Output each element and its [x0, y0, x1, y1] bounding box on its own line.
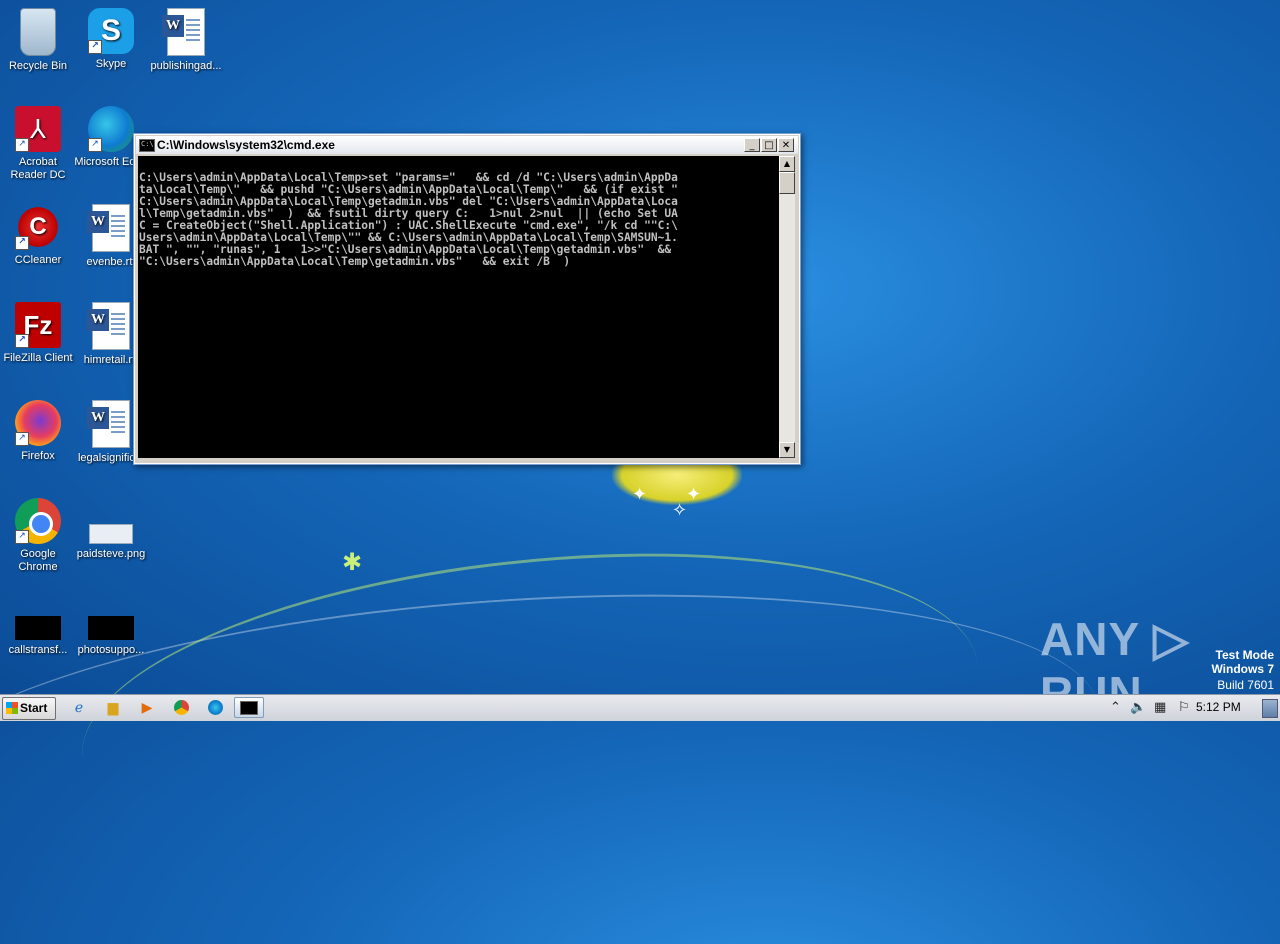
window-title: C:\Windows\system32\cmd.exe — [157, 138, 335, 152]
desktop-icon-ccleaner[interactable]: C ↗ CCleaner — [0, 204, 76, 267]
cmd-taskbar-button[interactable] — [234, 697, 264, 718]
desktop-icon-label: FileZilla Client — [3, 352, 73, 364]
maximize-button[interactable]: □ — [761, 138, 777, 152]
cmd-icon: C:\ — [139, 139, 155, 152]
edge-icon[interactable] — [202, 697, 228, 718]
scroll-up-icon[interactable]: ▲ — [779, 156, 795, 172]
shortcut-arrow-icon: ↗ — [15, 334, 29, 348]
desktop-icon-publishingad[interactable]: W publishingad... — [148, 8, 224, 73]
test-mode-label: Test Mode — [1215, 648, 1274, 662]
windows-logo-icon — [6, 702, 18, 714]
scroll-thumb[interactable] — [779, 172, 795, 194]
action-center-flag-icon[interactable]: ⚐ — [1178, 698, 1190, 718]
desktop-icon-paidsteve[interactable]: paidsteve.png — [73, 498, 149, 561]
ie-icon[interactable]: ℯ — [66, 697, 92, 718]
explorer-icon[interactable]: ▆ — [100, 697, 126, 718]
window-titlebar[interactable]: C:\ C:\Windows\system32\cmd.exe _ □ ✕ — [136, 136, 798, 154]
close-button[interactable]: ✕ — [778, 138, 794, 152]
desktop-icon-chrome[interactable]: ↗ Google Chrome — [0, 498, 76, 574]
desktop-icon-recycle-bin[interactable]: Recycle Bin — [0, 8, 76, 73]
word-document-icon: W — [87, 204, 130, 252]
clock[interactable]: 5:12 PM — [1196, 700, 1241, 714]
shortcut-arrow-icon: ↗ — [15, 236, 29, 250]
console-area[interactable]: C:\Users\admin\AppData\Local\Temp>set "p… — [138, 156, 779, 458]
shortcut-arrow-icon: ↗ — [88, 40, 102, 54]
os-label: Windows 7 — [1211, 662, 1274, 676]
shortcut-arrow-icon: ↗ — [88, 138, 102, 152]
tray-expand-icon[interactable]: ⌃ — [1110, 698, 1121, 718]
sparkle-icon: ✦ — [686, 484, 702, 505]
firefox-icon: ↗ — [15, 400, 61, 446]
vertical-scrollbar[interactable]: ▲ ▼ — [779, 156, 795, 458]
chrome-icon[interactable] — [168, 697, 194, 718]
desktop-icon-label: publishingad... — [150, 60, 222, 72]
desktop-icon-label: callstransf... — [8, 644, 68, 656]
sparkle-icon: ✧ — [672, 500, 688, 521]
desktop-icon-label: Skype — [95, 58, 127, 70]
desktop-icon-label: Firefox — [21, 450, 55, 462]
desktop-icon-callstransf[interactable]: callstransf... — [0, 596, 76, 657]
acrobat-icon: ⅄ ↗ — [15, 106, 61, 152]
start-button[interactable]: Start — [2, 697, 56, 720]
taskbar: Start ℯ ▆ ▶ ⌃ 🔈 ▦ ⚐ 5:12 PM — [0, 694, 1280, 721]
desktop-icon-label: paidsteve.png — [76, 548, 146, 560]
scroll-down-icon[interactable]: ▼ — [779, 442, 795, 458]
skype-icon: S ↗ — [88, 8, 134, 54]
word-document-icon: W — [87, 302, 130, 350]
desktop-icon-label: Recycle Bin — [8, 60, 68, 72]
file-thumbnail-icon — [88, 616, 134, 640]
edge-icon: ↗ — [88, 106, 134, 152]
word-document-icon: W — [87, 400, 130, 448]
volume-icon[interactable]: 🔈 — [1130, 698, 1146, 718]
desktop-icon-acrobat[interactable]: ⅄ ↗ Acrobat Reader DC — [0, 106, 76, 182]
build-label: Build 7601 — [1217, 678, 1274, 692]
shortcut-arrow-icon: ↗ — [15, 530, 29, 544]
desktop-icon-skype[interactable]: S ↗ Skype — [73, 8, 149, 71]
minimize-button[interactable]: _ — [744, 138, 760, 152]
show-desktop-button[interactable] — [1262, 699, 1278, 718]
cmd-window[interactable]: C:\ C:\Windows\system32\cmd.exe _ □ ✕ C:… — [133, 133, 801, 465]
desktop-icon-label: Acrobat Reader DC — [10, 156, 66, 181]
console-output: C:\Users\admin\AppData\Local\Temp>set "p… — [139, 171, 678, 268]
shortcut-arrow-icon: ↗ — [15, 432, 29, 446]
recycle-bin-icon — [20, 8, 56, 56]
desktop-icon-filezilla[interactable]: Fz ↗ FileZilla Client — [0, 302, 76, 365]
desktop-icon-firefox[interactable]: ↗ Firefox — [0, 400, 76, 463]
desktop-icon-label: photosuppo... — [77, 644, 145, 656]
sparkle-icon: ✦ — [632, 484, 648, 505]
word-document-icon: W — [162, 8, 205, 56]
sparkle-icon: ✱ — [342, 548, 363, 576]
shortcut-arrow-icon: ↗ — [15, 138, 29, 152]
filezilla-icon: Fz ↗ — [15, 302, 61, 348]
media-player-icon[interactable]: ▶ — [134, 697, 160, 718]
desktop-icon-label: CCleaner — [14, 254, 62, 266]
file-thumbnail-icon — [15, 616, 61, 640]
network-icon[interactable]: ▦ — [1154, 698, 1166, 718]
ccleaner-icon: C ↗ — [15, 204, 61, 250]
image-file-icon — [89, 524, 133, 544]
desktop-icon-photosuppo[interactable]: photosuppo... — [73, 596, 149, 657]
chrome-icon: ↗ — [15, 498, 61, 544]
desktop-icon-label: Google Chrome — [18, 548, 58, 573]
